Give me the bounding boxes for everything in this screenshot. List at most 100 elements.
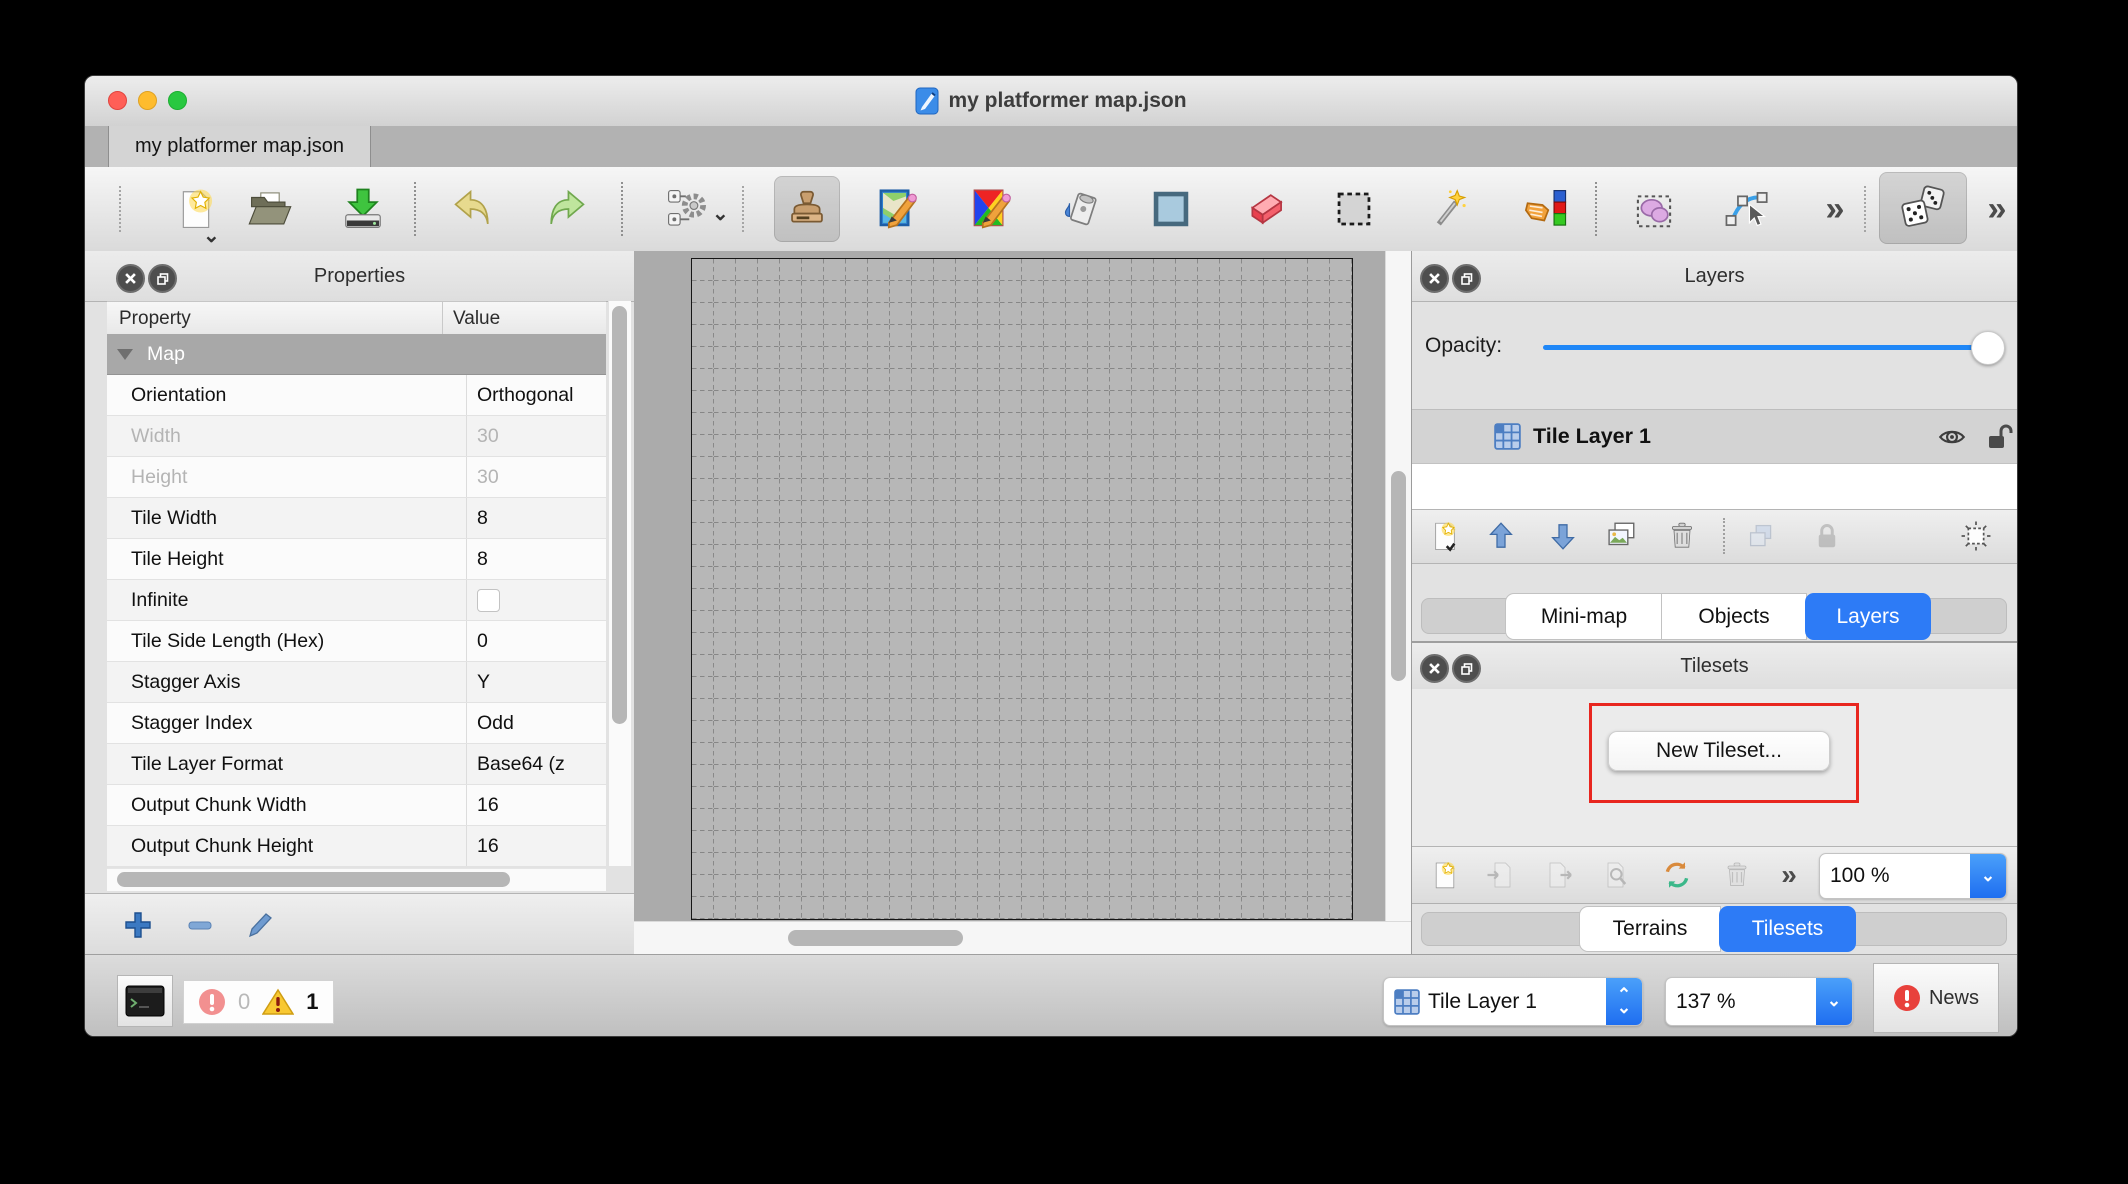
- property-value[interactable]: 30: [466, 416, 605, 456]
- zoom-select[interactable]: 137 % ⌄: [1665, 977, 1853, 1026]
- tab-mini-map[interactable]: Mini-map: [1505, 593, 1663, 640]
- edit-property-button[interactable]: [240, 906, 278, 944]
- toolbar-drag-handle[interactable]: [1864, 186, 1866, 232]
- reload-tileset-button[interactable]: [1658, 856, 1696, 894]
- new-layer-button[interactable]: [1426, 517, 1464, 555]
- wang-brush-button[interactable]: [959, 176, 1025, 242]
- map-grid[interactable]: [691, 258, 1353, 920]
- scrollbar-thumb[interactable]: [117, 872, 510, 887]
- property-row[interactable]: Height30: [107, 457, 606, 498]
- remove-property-button[interactable]: [181, 906, 219, 944]
- more-tools-button[interactable]: »: [1802, 176, 1868, 242]
- infinite-checkbox[interactable]: [477, 589, 500, 612]
- news-button[interactable]: News: [1873, 963, 1999, 1033]
- property-value[interactable]: 0: [466, 621, 605, 661]
- layer-row[interactable]: Tile Layer 1: [1412, 410, 2017, 464]
- float-panel-icon[interactable]: [1452, 264, 1481, 293]
- property-row[interactable]: Output Chunk Height16: [107, 826, 606, 866]
- random-mode-button[interactable]: [1879, 172, 1967, 244]
- eraser-button[interactable]: [1232, 176, 1298, 242]
- property-row[interactable]: OrientationOrthogonal: [107, 375, 606, 416]
- tab-tilesets[interactable]: Tilesets: [1719, 906, 1856, 952]
- new-map-button[interactable]: ⌄: [163, 176, 229, 242]
- property-row[interactable]: Stagger IndexOdd: [107, 703, 606, 744]
- property-value[interactable]: Orthogonal: [466, 375, 605, 415]
- save-map-button[interactable]: [330, 176, 396, 242]
- highlight-current-layer-button[interactable]: [1957, 517, 1995, 555]
- more-button[interactable]: »: [1964, 176, 2018, 242]
- spinner-icon[interactable]: ⌃⌄: [1606, 978, 1642, 1025]
- terrain-brush-button[interactable]: [865, 176, 931, 242]
- property-row[interactable]: Tile Height8: [107, 539, 606, 580]
- tab-layers[interactable]: Layers: [1805, 593, 1931, 640]
- automapping-dropdown-chevron-icon[interactable]: ⌄: [712, 204, 729, 224]
- property-value[interactable]: [466, 580, 605, 620]
- property-value[interactable]: 8: [466, 539, 605, 579]
- tab-terrains[interactable]: Terrains: [1579, 906, 1721, 952]
- property-value[interactable]: [466, 334, 604, 374]
- new-tileset-toolbar-button[interactable]: [1426, 856, 1464, 894]
- collapse-triangle-icon[interactable]: [117, 349, 133, 360]
- property-row[interactable]: Infinite: [107, 580, 606, 621]
- duplicate-layer-button[interactable]: [1602, 517, 1640, 555]
- float-panel-icon[interactable]: [1452, 654, 1481, 683]
- bucket-fill-button[interactable]: [1048, 176, 1114, 242]
- undo-button[interactable]: [441, 176, 507, 242]
- lock-other-layers-button[interactable]: [1808, 517, 1846, 555]
- property-row[interactable]: Tile Side Length (Hex)0: [107, 621, 606, 662]
- close-panel-icon[interactable]: [1420, 264, 1449, 293]
- close-panel-icon[interactable]: [1420, 654, 1449, 683]
- scrollbar-thumb[interactable]: [788, 930, 963, 946]
- layer-select[interactable]: Tile Layer 1 ⌃⌄: [1383, 977, 1643, 1026]
- tilesets-more-button[interactable]: »: [1770, 856, 1808, 894]
- layer-lock-open-icon[interactable]: [1985, 423, 2013, 451]
- dropdown-chevron-icon[interactable]: ⌄: [1970, 854, 2006, 898]
- property-value[interactable]: 16: [466, 785, 605, 825]
- property-value[interactable]: Base64 (z: [466, 744, 605, 784]
- select-objects-button[interactable]: [1621, 176, 1687, 242]
- automapping-button[interactable]: ⌄: [654, 176, 720, 242]
- property-row[interactable]: Tile Layer FormatBase64 (z: [107, 744, 606, 785]
- same-tile-select-button[interactable]: [1513, 176, 1579, 242]
- edit-tileset-button[interactable]: [1598, 856, 1636, 894]
- tileset-zoom-select[interactable]: 100 % ⌄: [1819, 853, 2007, 899]
- embed-tileset-button[interactable]: [1482, 856, 1520, 894]
- edit-polygons-button[interactable]: [1713, 176, 1779, 242]
- delete-tileset-button[interactable]: [1718, 856, 1756, 894]
- map-canvas-area[interactable]: [634, 251, 1411, 954]
- redo-button[interactable]: [532, 176, 598, 242]
- property-row[interactable]: Stagger AxisY: [107, 662, 606, 703]
- scrollbar-thumb[interactable]: [1391, 471, 1406, 681]
- property-row[interactable]: Width30: [107, 416, 606, 457]
- property-row[interactable]: Map: [107, 334, 606, 375]
- properties-horizontal-scrollbar[interactable]: [107, 868, 606, 891]
- opacity-slider-track[interactable]: [1543, 345, 1983, 350]
- close-panel-icon[interactable]: [116, 264, 145, 293]
- open-map-button[interactable]: [237, 176, 303, 242]
- magic-wand-button[interactable]: [1415, 176, 1481, 242]
- property-value[interactable]: 16: [466, 826, 605, 866]
- property-value[interactable]: Y: [466, 662, 605, 702]
- canvas-vertical-scrollbar[interactable]: [1385, 251, 1412, 921]
- property-row[interactable]: Output Chunk Width16: [107, 785, 606, 826]
- new-map-dropdown-chevron-icon[interactable]: ⌄: [203, 226, 220, 246]
- property-value[interactable]: Odd: [466, 703, 605, 743]
- float-panel-icon[interactable]: [148, 264, 177, 293]
- rectangular-select-button[interactable]: [1321, 176, 1387, 242]
- opacity-slider-handle[interactable]: [1971, 331, 2005, 365]
- toolbar-drag-handle[interactable]: [119, 186, 121, 232]
- property-row[interactable]: Tile Width8: [107, 498, 606, 539]
- raise-layer-button[interactable]: [1482, 517, 1520, 555]
- add-property-button[interactable]: [119, 906, 157, 944]
- toolbar-drag-handle[interactable]: [742, 186, 744, 232]
- show-other-layers-button[interactable]: [1742, 517, 1780, 555]
- properties-vertical-scrollbar[interactable]: [608, 301, 631, 866]
- shape-fill-button[interactable]: [1138, 176, 1204, 242]
- export-tileset-button[interactable]: [1540, 856, 1578, 894]
- document-tab[interactable]: my platformer map.json: [108, 126, 371, 167]
- canvas-horizontal-scrollbar[interactable]: [634, 921, 1411, 955]
- scrollbar-thumb[interactable]: [612, 306, 627, 724]
- property-value[interactable]: 8: [466, 498, 605, 538]
- stamp-brush-button[interactable]: [774, 176, 840, 242]
- new-tileset-button[interactable]: New Tileset...: [1608, 731, 1830, 771]
